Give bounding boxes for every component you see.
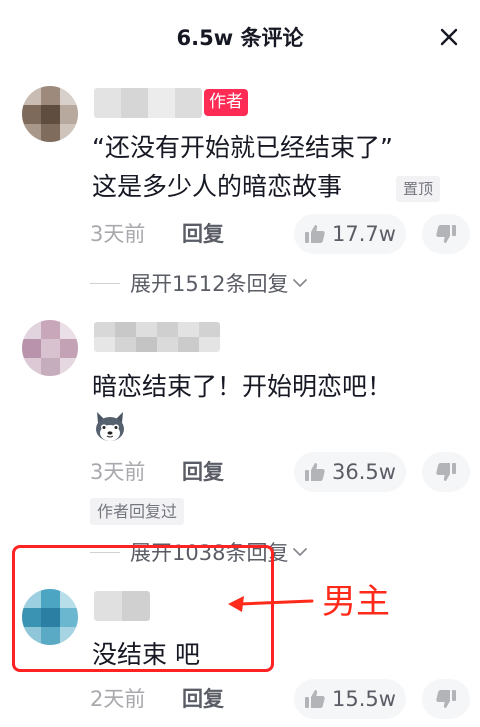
pinned-tag: 置顶: [396, 176, 441, 202]
dislike-button[interactable]: [422, 452, 470, 492]
arrow-left-icon: [226, 588, 314, 618]
thumbs-up-icon: [305, 463, 325, 481]
comment-time: 2天前: [90, 687, 146, 711]
close-icon: [440, 28, 458, 46]
like-button[interactable]: 17.7w: [294, 214, 406, 254]
author-replied-tag: 作者回复过: [90, 498, 185, 525]
username-blurred[interactable]: [94, 322, 220, 352]
avatar[interactable]: [22, 86, 78, 142]
thumbs-up-icon: [305, 690, 325, 708]
thumbs-down-icon: [436, 463, 456, 481]
like-count: 17.7w: [332, 222, 396, 246]
comment-text-line: “还没有开始就已经结束了”: [92, 133, 393, 162]
username-blurred[interactable]: [94, 88, 202, 118]
thumbs-up-icon: [305, 225, 325, 243]
chevron-down-icon: [293, 548, 308, 557]
divider: [90, 282, 120, 284]
comment-text-line: 暗恋结束了！开始明恋吧！: [92, 372, 393, 401]
reply-button[interactable]: 回复: [182, 220, 224, 248]
author-tag: 作者: [204, 89, 248, 116]
comment-time: 3天前: [90, 460, 146, 484]
reply-button[interactable]: 回复: [182, 685, 224, 713]
expand-replies-label: 展开1512条回复: [130, 272, 289, 296]
avatar[interactable]: [22, 320, 78, 376]
like-button[interactable]: 15.5w: [294, 679, 406, 719]
thumbs-down-icon: [436, 225, 456, 243]
like-button[interactable]: 36.5w: [294, 452, 406, 492]
close-button[interactable]: [434, 22, 464, 52]
comments-count-title: 6.5w 条评论: [176, 26, 304, 50]
dislike-button[interactable]: [422, 679, 470, 719]
comment-time: 3天前: [90, 222, 146, 246]
thumbs-down-icon: [436, 690, 456, 708]
annotation-label: 男主: [322, 582, 390, 622]
husky-dog-emoji-icon: [92, 408, 128, 444]
comment-text-line: 这是多少人的暗恋故事: [92, 172, 343, 201]
reply-button[interactable]: 回复: [182, 458, 224, 486]
like-count: 36.5w: [332, 460, 396, 484]
like-count: 15.5w: [332, 687, 396, 711]
chevron-down-icon: [293, 279, 308, 288]
expand-replies[interactable]: 展开1512条回复: [90, 268, 308, 298]
dislike-button[interactable]: [422, 214, 470, 254]
